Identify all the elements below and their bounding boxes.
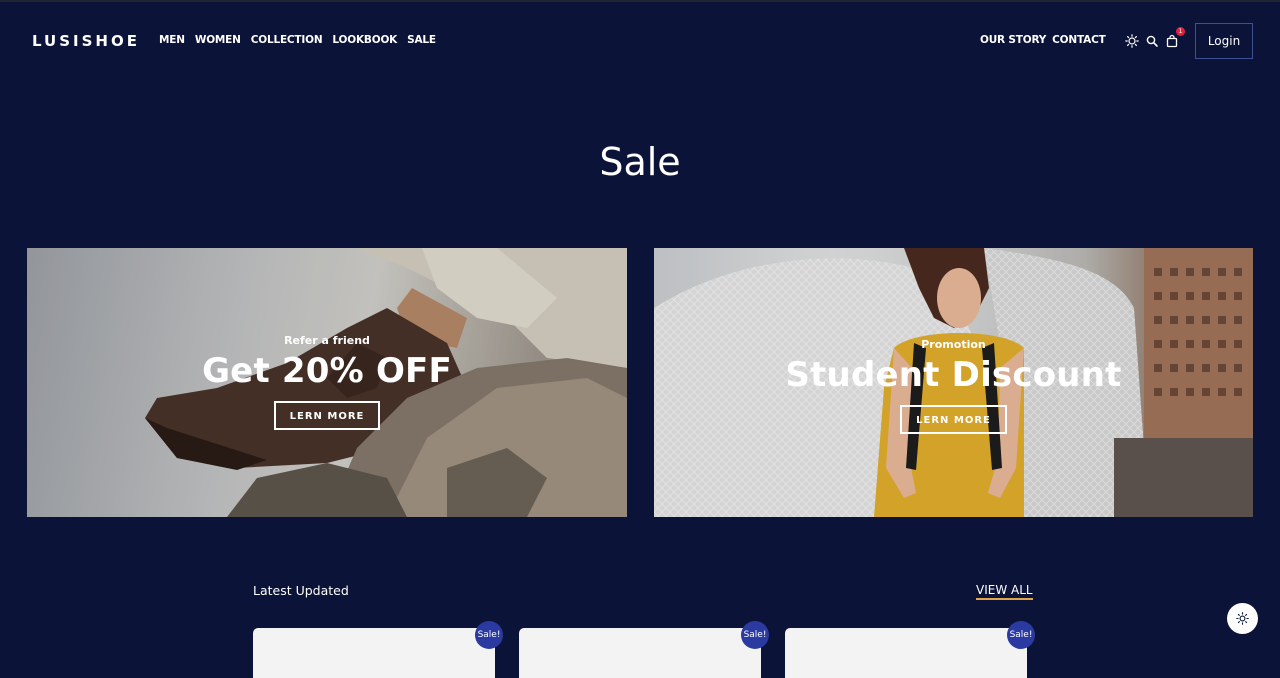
sale-badge: Sale! [741,621,769,649]
view-all-link[interactable]: VIEW ALL [976,583,1033,600]
referral-headline: Get 20% OFF [202,351,452,391]
sale-badge: Sale! [475,621,503,649]
site-header: LUSISHOE MEN WOMEN COLLECTION LOOKBOOK S… [0,2,1280,78]
sun-icon[interactable] [1125,33,1139,48]
nav-our-story[interactable]: OUR STORY [980,34,1046,46]
referral-eyebrow: Refer a friend [284,334,370,347]
nav-men[interactable]: MEN [159,34,185,46]
login-button[interactable]: Login [1195,23,1253,59]
nav-sale[interactable]: SALE [407,34,436,46]
nav-contact[interactable]: CONTACT [1052,34,1106,46]
cart-icon[interactable]: 1 [1165,27,1185,48]
cart-count-badge: 1 [1176,27,1185,36]
student-discount-banner[interactable]: Promotion Student Discount LERN MORE [654,248,1253,517]
search-icon[interactable] [1145,33,1159,47]
brand-logo[interactable]: LUSISHOE [32,32,140,50]
student-banner-content: Promotion Student Discount LERN MORE [654,338,1253,434]
student-learn-more-button[interactable]: LERN MORE [900,405,1007,434]
nav-women[interactable]: WOMEN [195,34,241,46]
latest-updated-heading: Latest Updated [253,583,349,598]
product-card[interactable]: Sale! [785,621,1035,678]
product-card[interactable]: Sale! [253,621,503,678]
main-nav: MEN WOMEN COLLECTION LOOKBOOK SALE [159,34,436,46]
theme-toggle-button[interactable] [1227,603,1258,634]
student-eyebrow: Promotion [921,338,986,351]
referral-banner[interactable]: Refer a friend Get 20% OFF LERN MORE [27,248,627,517]
sun-icon [1236,612,1249,625]
nav-lookbook[interactable]: LOOKBOOK [332,34,397,46]
nav-collection[interactable]: COLLECTION [251,34,323,46]
student-headline: Student Discount [785,355,1122,395]
referral-learn-more-button[interactable]: LERN MORE [273,401,381,430]
page-title: Sale [599,140,681,184]
referral-banner-content: Refer a friend Get 20% OFF LERN MORE [27,334,627,430]
header-icons: 1 [1125,27,1185,48]
secondary-nav: OUR STORY CONTACT [980,34,1106,46]
product-card[interactable]: Sale! [519,621,769,678]
sale-badge: Sale! [1007,621,1035,649]
